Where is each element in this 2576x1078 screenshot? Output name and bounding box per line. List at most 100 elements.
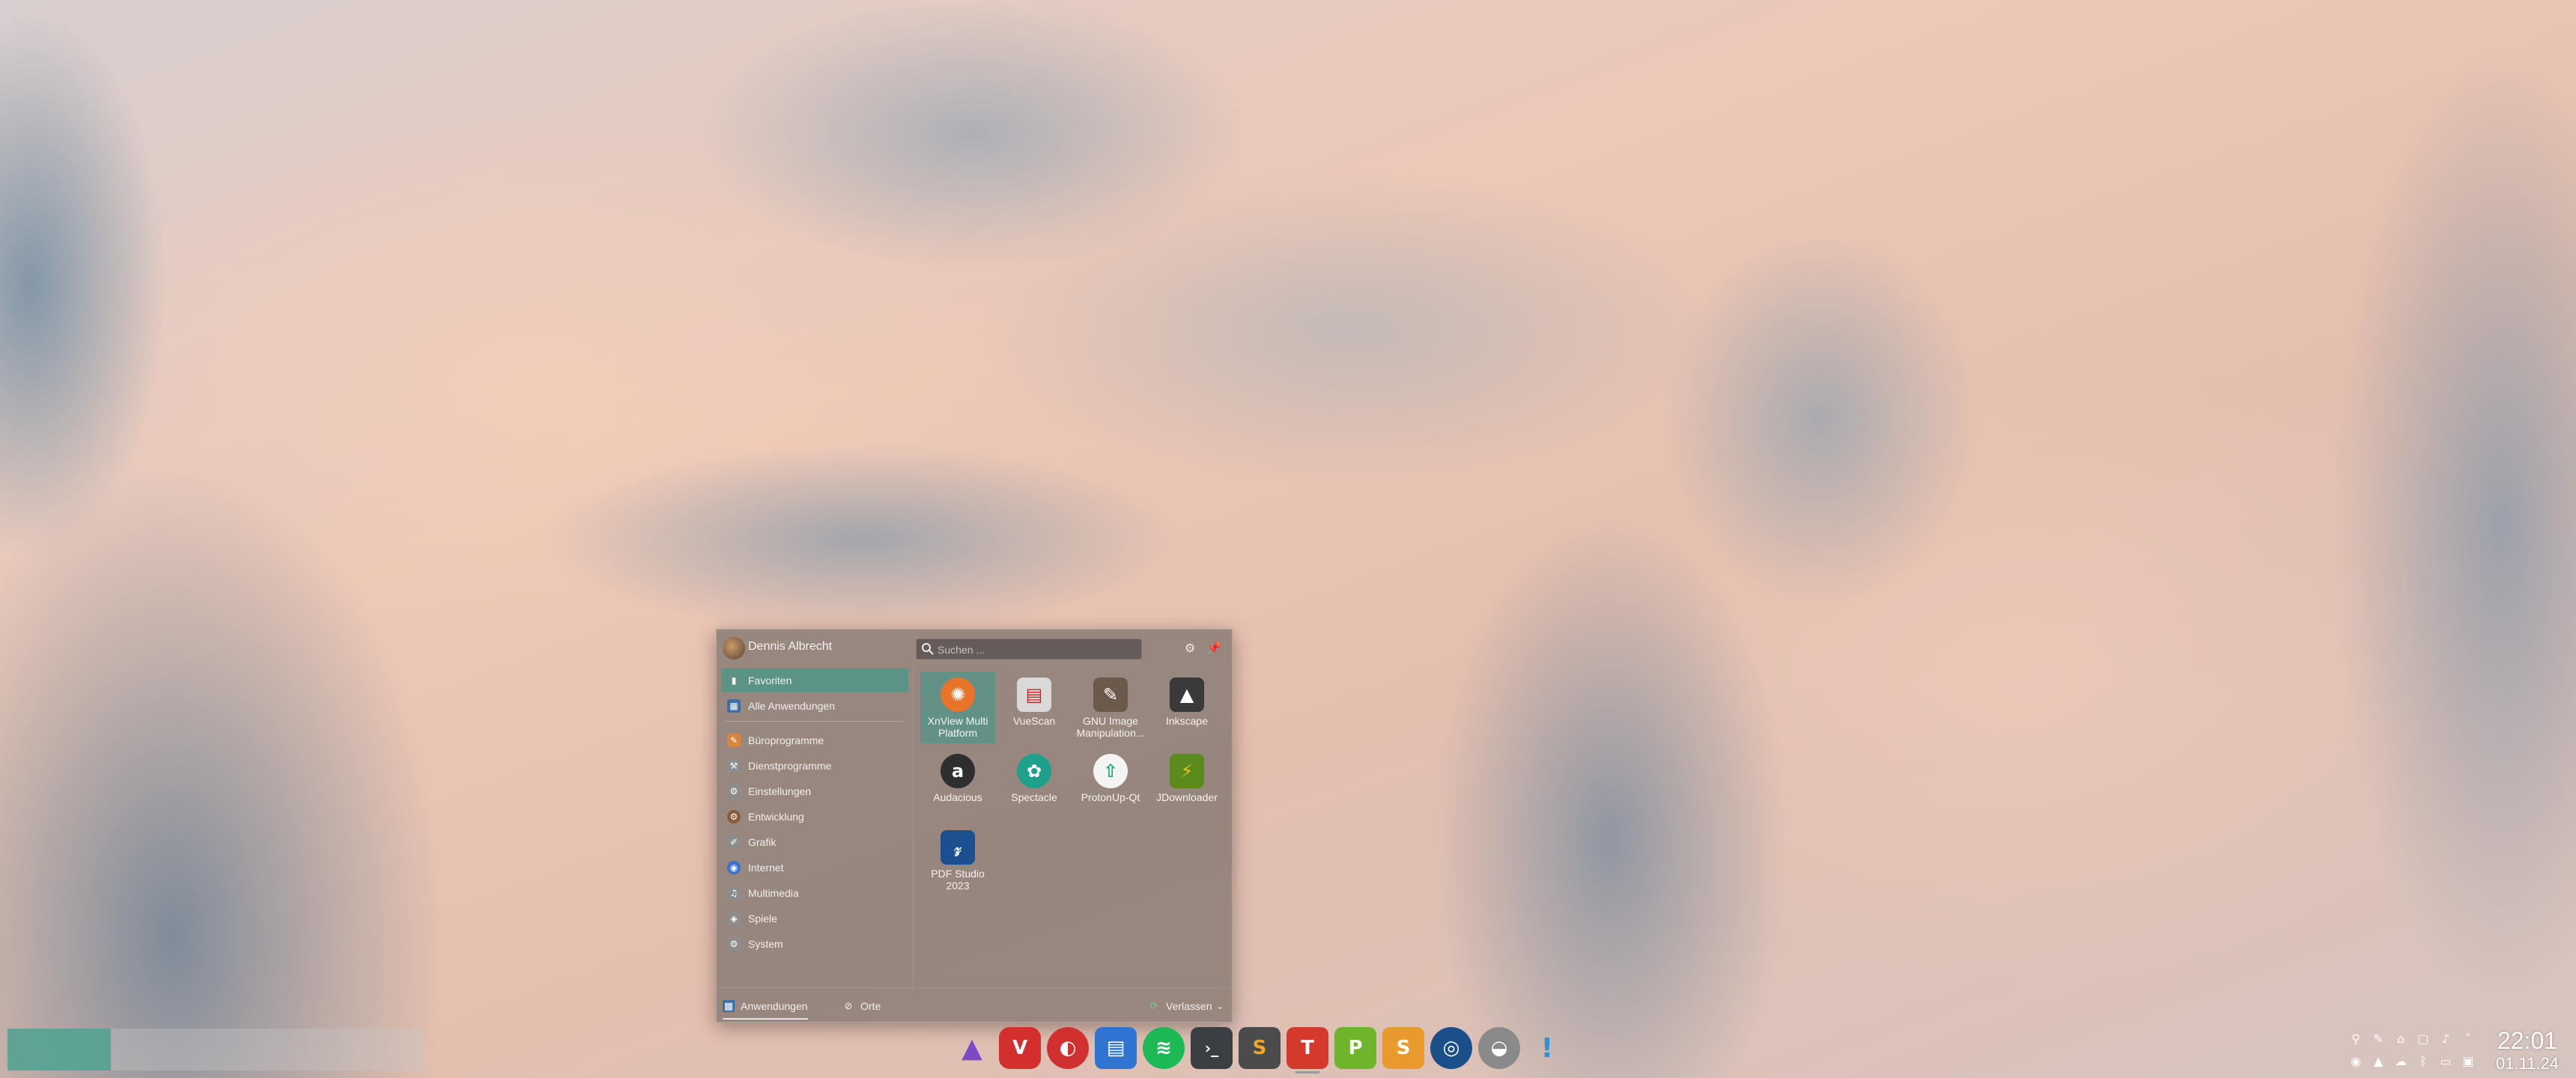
app-xnview[interactable]: ✺ XnView Multi Platform: [920, 672, 995, 743]
multimedia-icon: ♫: [727, 886, 741, 900]
category-alle-anwendungen[interactable]: ▦ Alle Anwendungen: [721, 694, 908, 718]
gear-icon[interactable]: ⚙: [1181, 639, 1199, 657]
audacious-icon: a: [941, 754, 975, 788]
search-icon: [922, 643, 934, 655]
system-icon: ⚙: [727, 937, 741, 951]
avatar[interactable]: [723, 637, 745, 660]
category-einstellungen[interactable]: ⚙ Einstellungen: [721, 779, 908, 803]
divider: [724, 721, 904, 722]
clock-date: 01.11.24: [2495, 1054, 2559, 1073]
games-icon: ◈: [727, 912, 741, 925]
xnview-icon: ✺: [941, 677, 975, 712]
terminal-icon[interactable]: ›_: [1191, 1027, 1233, 1069]
category-spiele[interactable]: ◈ Spiele: [721, 907, 908, 931]
app-audacious[interactable]: a Audacious: [920, 748, 995, 820]
network-icon[interactable]: ⌂: [2393, 1030, 2409, 1047]
cloud-icon[interactable]: ☁: [2393, 1053, 2409, 1069]
category-label: Einstellungen: [748, 785, 812, 797]
grid-icon: ▦: [723, 1000, 735, 1012]
app-label: VueScan: [1012, 715, 1056, 727]
search-box[interactable]: [916, 639, 1142, 660]
menu-footer: ▦ Anwendungen ⊘ Orte ⟳ Verlassen ⌄: [717, 987, 1232, 1023]
display-icon[interactable]: ▣: [2460, 1053, 2476, 1069]
app-vuescan[interactable]: ▤ VueScan: [997, 672, 1072, 743]
taskbar: ▲ V ◐ ▤ ≋ ›_ S T P S ◎ ◒ !: [951, 1024, 1568, 1074]
pdfstudio-icon: 𝓏: [941, 830, 975, 865]
tab-anwendungen[interactable]: ▦ Anwendungen: [723, 997, 808, 1020]
system-tray: ⚲ ✎ ⌂ ▢ ♪ ˄ ◉ ▲ ☁ ᛒ ▭ ▣: [2348, 1030, 2482, 1074]
app-label: GNU Image Manipulation...: [1076, 715, 1145, 739]
development-icon: ⚙: [727, 810, 741, 823]
app-label: ProtonUp-Qt: [1081, 791, 1140, 803]
steam-icon[interactable]: ◎: [1430, 1027, 1472, 1069]
grid-icon: ▦: [727, 699, 741, 713]
tools-icon[interactable]: ✎: [2370, 1030, 2387, 1047]
app-label: JDownloader: [1156, 791, 1218, 803]
battery-icon[interactable]: ▭: [2437, 1053, 2454, 1069]
tab-label: Anwendungen: [741, 1000, 808, 1012]
app-jdownloader[interactable]: ⚡ JDownloader: [1149, 748, 1224, 820]
app-label: Inkscape: [1165, 715, 1209, 727]
chevron-down-icon: ⌄: [1216, 1001, 1224, 1011]
presentations-icon[interactable]: S: [1382, 1027, 1424, 1069]
planmaker-icon[interactable]: P: [1334, 1027, 1376, 1069]
office-icon: ✎: [727, 734, 741, 747]
app-gimp[interactable]: ✎ GNU Image Manipulation...: [1073, 672, 1148, 743]
blender-icon[interactable]: ◒: [1478, 1027, 1520, 1069]
places-icon: ⊘: [844, 1000, 853, 1012]
category-label: Dienstprogramme: [748, 760, 832, 772]
app-inkscape[interactable]: ▲ Inkscape: [1149, 672, 1224, 743]
category-bueroprogramme[interactable]: ✎ Büroprogramme: [721, 728, 908, 752]
jdownloader-icon: ⚡: [1170, 754, 1204, 788]
spotify-icon[interactable]: ≋: [1143, 1027, 1185, 1069]
sublime-icon[interactable]: S: [1239, 1027, 1281, 1069]
app-pdfstudio[interactable]: 𝓏 PDF Studio 2023: [920, 824, 995, 896]
graphics-icon: ✐: [727, 835, 741, 849]
category-dienstprogramme[interactable]: ⚒ Dienstprogramme: [721, 754, 908, 778]
pin-icon[interactable]: ⚲: [2348, 1030, 2364, 1047]
clock-time: 22:01: [2497, 1027, 2558, 1054]
triangle-launcher-icon[interactable]: ▲: [951, 1027, 993, 1069]
bookmark-icon: ▮: [731, 675, 737, 686]
category-grafik[interactable]: ✐ Grafik: [721, 830, 908, 854]
category-label: Büroprogramme: [748, 734, 824, 746]
vivaldi-icon[interactable]: V: [999, 1027, 1041, 1069]
textmaker-icon[interactable]: T: [1287, 1027, 1328, 1074]
expand-icon[interactable]: ˄: [2460, 1030, 2476, 1047]
settings-icon: ⚙: [727, 785, 741, 798]
steam-tray-icon[interactable]: ◉: [2348, 1053, 2364, 1069]
leave-button[interactable]: ⟳ Verlassen ⌄: [1148, 997, 1224, 1015]
category-entwicklung[interactable]: ⚙ Entwicklung: [721, 805, 908, 829]
pin-icon[interactable]: 📌: [1205, 639, 1223, 657]
files-icon[interactable]: ▤: [1095, 1027, 1137, 1069]
vuescan-icon: ▤: [1017, 677, 1051, 712]
mixer-icon[interactable]: !: [1526, 1027, 1568, 1069]
app-label: Audacious: [933, 791, 982, 803]
spectacle-icon: ✿: [1017, 754, 1051, 788]
category-label: Internet: [748, 862, 784, 874]
tab-orte[interactable]: ⊘ Orte: [842, 997, 881, 1015]
application-launcher-menu: Dennis Albrecht ⚙ 📌 ▮ Favoriten ▦ Alle A…: [716, 629, 1233, 1023]
app-label: XnView Multi Platform: [927, 715, 988, 739]
active-desktop[interactable]: [7, 1029, 111, 1071]
bluetooth-icon[interactable]: ᛒ: [2415, 1053, 2431, 1069]
updates-icon[interactable]: ▲: [2370, 1053, 2387, 1069]
virtual-desktop-pager[interactable]: [7, 1029, 424, 1071]
app-spectacle[interactable]: ✿ Spectacle: [997, 748, 1072, 820]
category-favoriten[interactable]: ▮ Favoriten: [721, 669, 908, 692]
davinci-icon[interactable]: ◐: [1047, 1027, 1089, 1069]
clipboard-icon[interactable]: ▢: [2415, 1030, 2431, 1047]
digital-clock[interactable]: 22:01 01.11.24: [2486, 1027, 2569, 1074]
favorites-grid: ✺ XnView Multi Platform ▤ VueScan ✎ GNU …: [917, 669, 1229, 990]
power-icon: ⟳: [1149, 1000, 1158, 1012]
volume-icon[interactable]: ♪: [2437, 1030, 2454, 1047]
internet-icon: ◉: [727, 861, 741, 874]
category-system[interactable]: ⚙ System: [721, 932, 908, 956]
category-internet[interactable]: ◉ Internet: [721, 856, 908, 880]
desktop-wallpaper: [0, 0, 2576, 1078]
app-protonup[interactable]: ⇧ ProtonUp-Qt: [1073, 748, 1148, 820]
category-multimedia[interactable]: ♫ Multimedia: [721, 881, 908, 905]
category-label: Multimedia: [748, 887, 799, 899]
search-input[interactable]: [936, 642, 1134, 658]
leave-label: Verlassen: [1166, 1000, 1212, 1012]
